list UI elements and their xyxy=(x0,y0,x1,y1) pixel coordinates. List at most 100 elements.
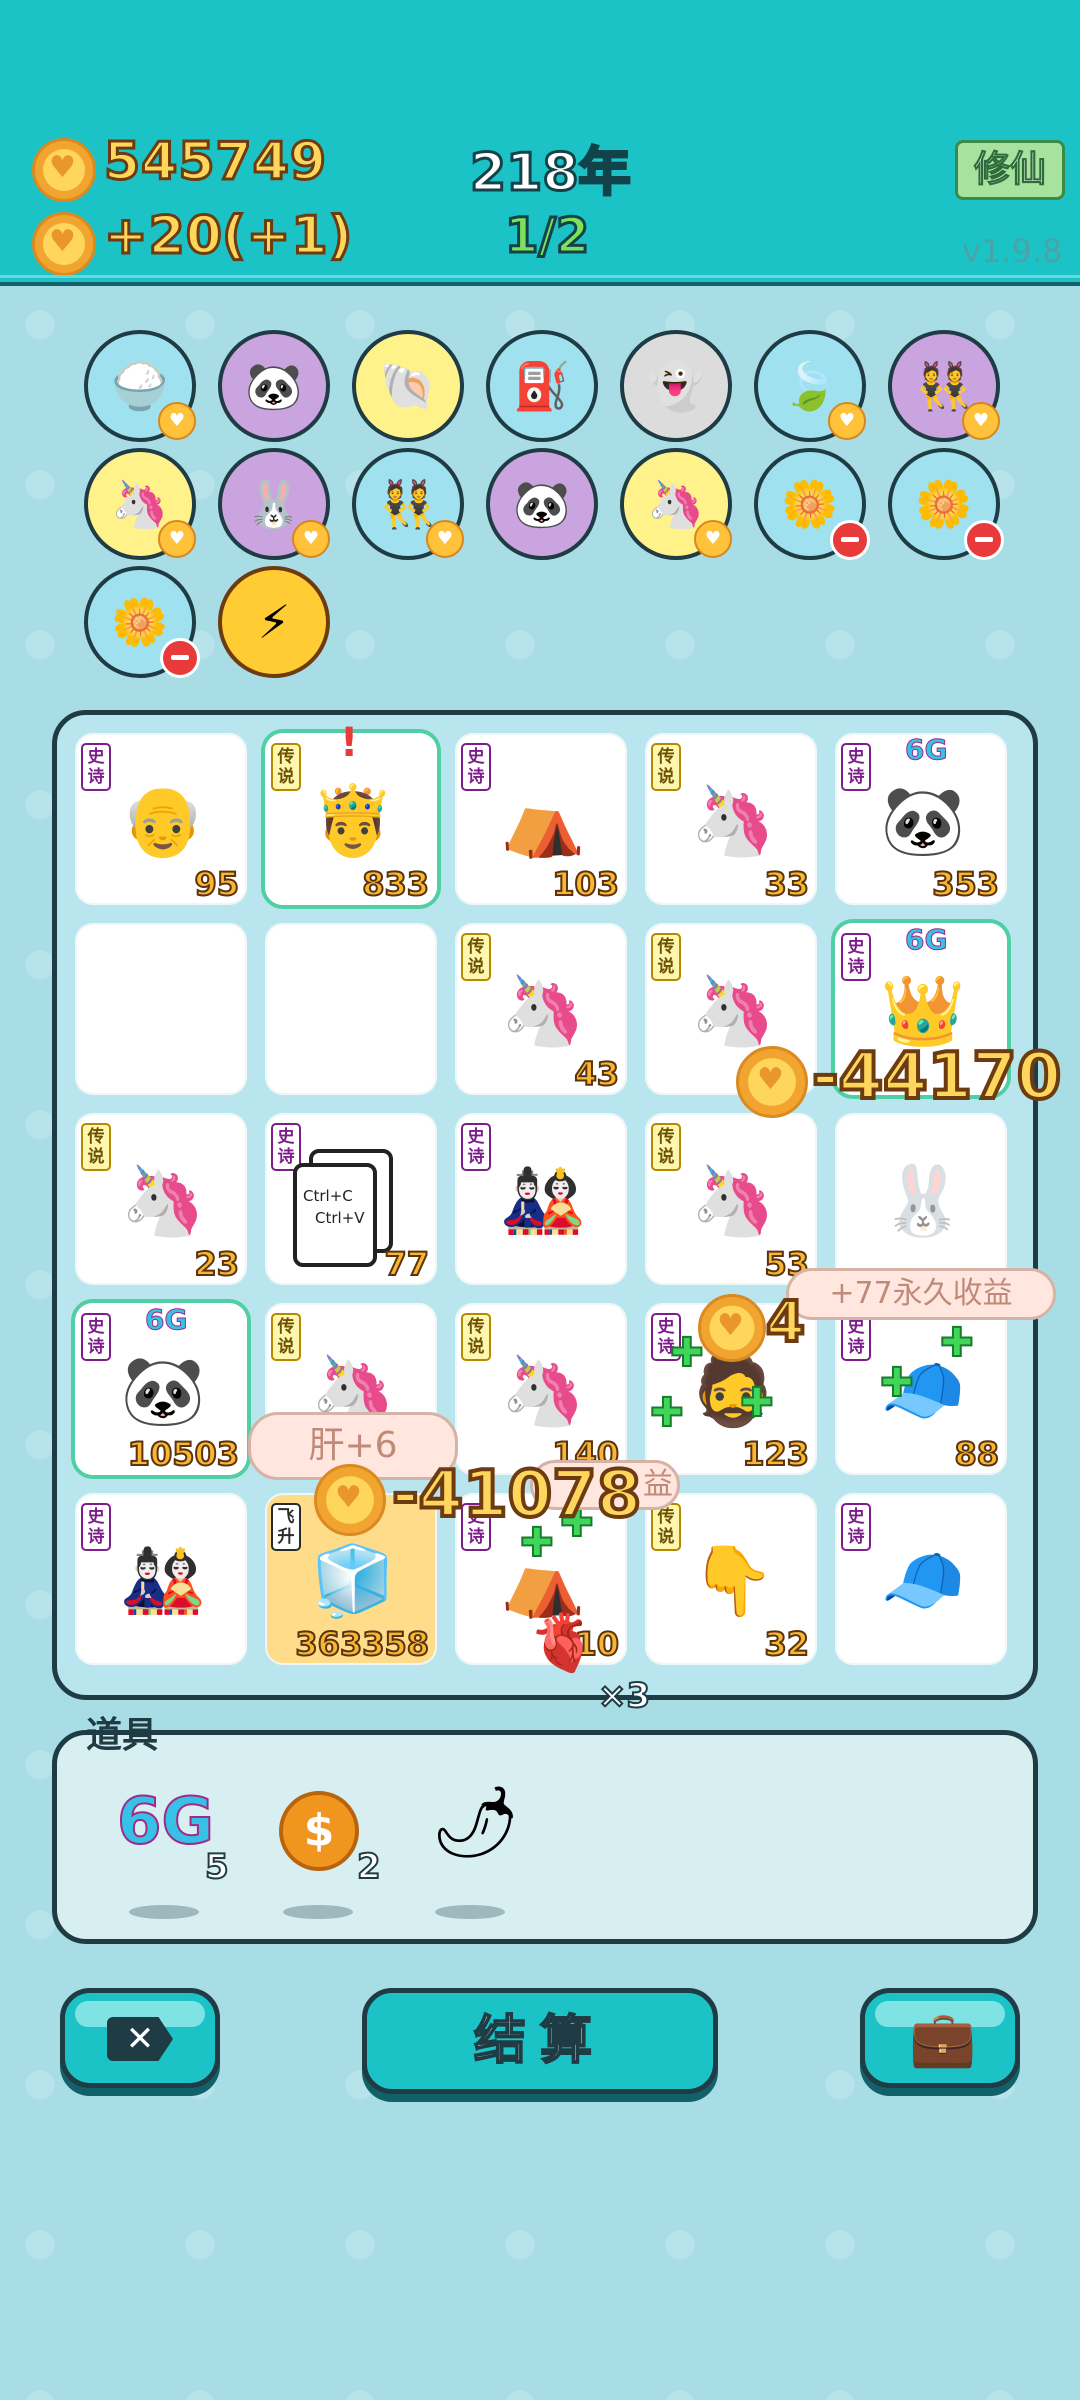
black-white-impermanence-icon: 🎎 xyxy=(120,1542,206,1621)
board-cell[interactable]: 史诗 🎎 xyxy=(75,1493,247,1665)
pointing-finger-icon: 👇 xyxy=(690,1542,776,1621)
rarity-tag: 传说 xyxy=(461,933,491,981)
6g-item-icon[interactable]: 6G xyxy=(116,1784,215,1860)
minus-badge-icon xyxy=(964,520,1004,560)
rarity-tag: 传说 xyxy=(271,1313,301,1361)
unicorn-icon[interactable]: 🦄 ♥ xyxy=(620,448,732,560)
panda-icon: 🐼 xyxy=(880,782,966,861)
rarity-tag: 传说 xyxy=(651,1503,681,1551)
flower-pot-icon[interactable]: 🌼 xyxy=(84,566,200,678)
rarity-tag: 传说 xyxy=(651,743,681,791)
cell-value: 123 xyxy=(741,1434,810,1474)
board-cell[interactable]: 传说 🦄 53 xyxy=(645,1113,817,1285)
fridge-icon: 🧊 xyxy=(310,1542,396,1621)
cell-value: 10503 xyxy=(127,1434,240,1474)
rarity-tag: 史诗 xyxy=(81,743,111,791)
board-cell[interactable]: 史诗 Ctrl+C Ctrl+V 77 xyxy=(265,1113,437,1285)
item-shadow xyxy=(435,1905,505,1919)
cell-value: 353 xyxy=(931,864,1000,904)
flower-pot-icon[interactable]: 🌼 xyxy=(888,448,1004,560)
board-cell[interactable]: 传说 🦄 23 xyxy=(75,1113,247,1285)
heart-badge-icon: ♥ xyxy=(426,520,464,558)
heart-badge-icon: ♥ xyxy=(694,520,732,558)
cell-value: 88 xyxy=(953,1434,1000,1474)
twins-icon[interactable]: 👯 ♥ xyxy=(888,330,1000,442)
income-coin-icon: ♥ xyxy=(32,212,96,276)
cell-value: 43 xyxy=(573,1054,620,1094)
rarity-tag: 传说 xyxy=(81,1123,111,1171)
cell-value: 95 xyxy=(193,864,240,904)
plus-sparkle-icon: ✚ xyxy=(879,1359,914,1407)
liver-icon: 🫀 xyxy=(528,1611,598,1676)
rarity-tag: 史诗 xyxy=(461,1123,491,1171)
turn-counter: 1/2 xyxy=(503,207,590,266)
lightning-icon[interactable]: ⚡ xyxy=(218,566,330,678)
cap-man-icon: 🧢 xyxy=(880,1542,966,1621)
unicorn-icon[interactable]: 🦄 ♥ xyxy=(84,448,196,560)
6g-label: 6G xyxy=(144,1303,188,1337)
alert-exclamation-icon: ! xyxy=(340,720,359,766)
leaf-icon[interactable]: 🍃 ♥ xyxy=(754,330,866,442)
flower-pot-icon[interactable]: 🌼 xyxy=(754,448,870,560)
coin-change-float: -41078 xyxy=(390,1456,643,1534)
coin-icon: ♥ xyxy=(736,1046,808,1118)
board-cell[interactable]: 史诗 6G 🐼 353 xyxy=(835,733,1007,905)
rarity-tag: 史诗 xyxy=(81,1503,111,1551)
twins-icon[interactable]: 👯 ♥ xyxy=(352,448,464,560)
settle-label: 结算 xyxy=(473,2010,606,2072)
exit-button[interactable]: ✕ xyxy=(60,1988,220,2088)
dollar-coin-item-icon[interactable]: $ xyxy=(279,1791,359,1871)
rarity-tag: 传说 xyxy=(461,1313,491,1361)
unicorn-icon: 🦄 xyxy=(500,972,586,1051)
cell-value: 363358 xyxy=(294,1624,430,1664)
plus-sparkle-icon: ✚ xyxy=(939,1319,974,1367)
rarity-tag: 传说 xyxy=(271,743,301,791)
briefcase-icon: 💼 xyxy=(909,2007,977,2070)
cell-value: 33 xyxy=(763,864,810,904)
ghost-icon[interactable]: 👻 xyxy=(620,330,732,442)
pump-icon[interactable]: ⛽ xyxy=(486,330,598,442)
board-cell[interactable]: 🐰 xyxy=(835,1113,1007,1285)
shell-icon[interactable]: 🐚 xyxy=(352,330,464,442)
heart-badge-icon: ♥ xyxy=(962,402,1000,440)
board-cell[interactable]: 传说 👇 32 xyxy=(645,1493,817,1665)
top-bar: ♥ 545749 ♥ +20 (+1) 218年 1/2 修仙 v1.9.8 xyxy=(0,0,1080,286)
coin-change-float: 4 xyxy=(764,1288,807,1357)
heart-badge-icon: ♥ xyxy=(158,520,196,558)
board-cell[interactable]: 史诗 👴 95 xyxy=(75,733,247,905)
items-title: 道具 xyxy=(86,1715,159,1756)
board-cell[interactable]: 传说 🦄 43 xyxy=(455,923,627,1095)
coin-change-float: -44170 xyxy=(810,1038,1063,1116)
panda-icon[interactable]: 🐼 xyxy=(218,330,330,442)
rice-bowl-icon[interactable]: 🍚 ♥ xyxy=(84,330,196,442)
header-divider xyxy=(0,275,1080,278)
panda-icon[interactable]: 🐼 xyxy=(486,448,598,560)
rabbit-icon[interactable]: 🐰 ♥ xyxy=(218,448,330,560)
board-cell[interactable]: 史诗 🧢 88 xyxy=(835,1303,1007,1475)
rarity-tag: 飞升 xyxy=(271,1503,301,1551)
ctrl-v-label: Ctrl+V xyxy=(315,1209,365,1227)
bag-button[interactable]: 💼 xyxy=(860,1988,1020,2088)
xiuxian-button[interactable]: 修仙 xyxy=(955,140,1065,200)
cell-value: 77 xyxy=(383,1244,430,1284)
board-cell[interactable]: 史诗 🧢 xyxy=(835,1493,1007,1665)
rarity-tag: 传说 xyxy=(651,1123,681,1171)
board-cell-empty[interactable] xyxy=(75,923,247,1095)
board-cell-empty[interactable] xyxy=(265,923,437,1095)
board-cell[interactable]: 传说 🦄 140 xyxy=(455,1303,627,1475)
6g-label: 6G xyxy=(904,923,948,957)
plus-sparkle-icon: ✚ xyxy=(739,1379,774,1427)
board-cell[interactable]: 史诗 6G 🐼 10503 xyxy=(75,1303,247,1475)
board-cell[interactable]: 史诗 🎎 xyxy=(455,1113,627,1285)
chili-pepper-item-icon[interactable]: 🌶 xyxy=(431,1781,520,1864)
cell-value: 103 xyxy=(551,864,620,904)
rarity-tag: 史诗 xyxy=(841,743,871,791)
board-cell[interactable]: 史诗 ⛺ 103 xyxy=(455,733,627,905)
coin-icon: ♥ xyxy=(32,138,96,202)
board-cell[interactable]: 传说 🦄 33 xyxy=(645,733,817,905)
settle-button[interactable]: 结算 xyxy=(362,1988,718,2094)
version-label: v1.9.8 xyxy=(962,232,1063,270)
permanent-income-bubble: +77永久收益 xyxy=(786,1268,1056,1320)
unicorn-icon: 🦄 xyxy=(690,782,776,861)
coin-icon: ♥ xyxy=(698,1294,766,1362)
